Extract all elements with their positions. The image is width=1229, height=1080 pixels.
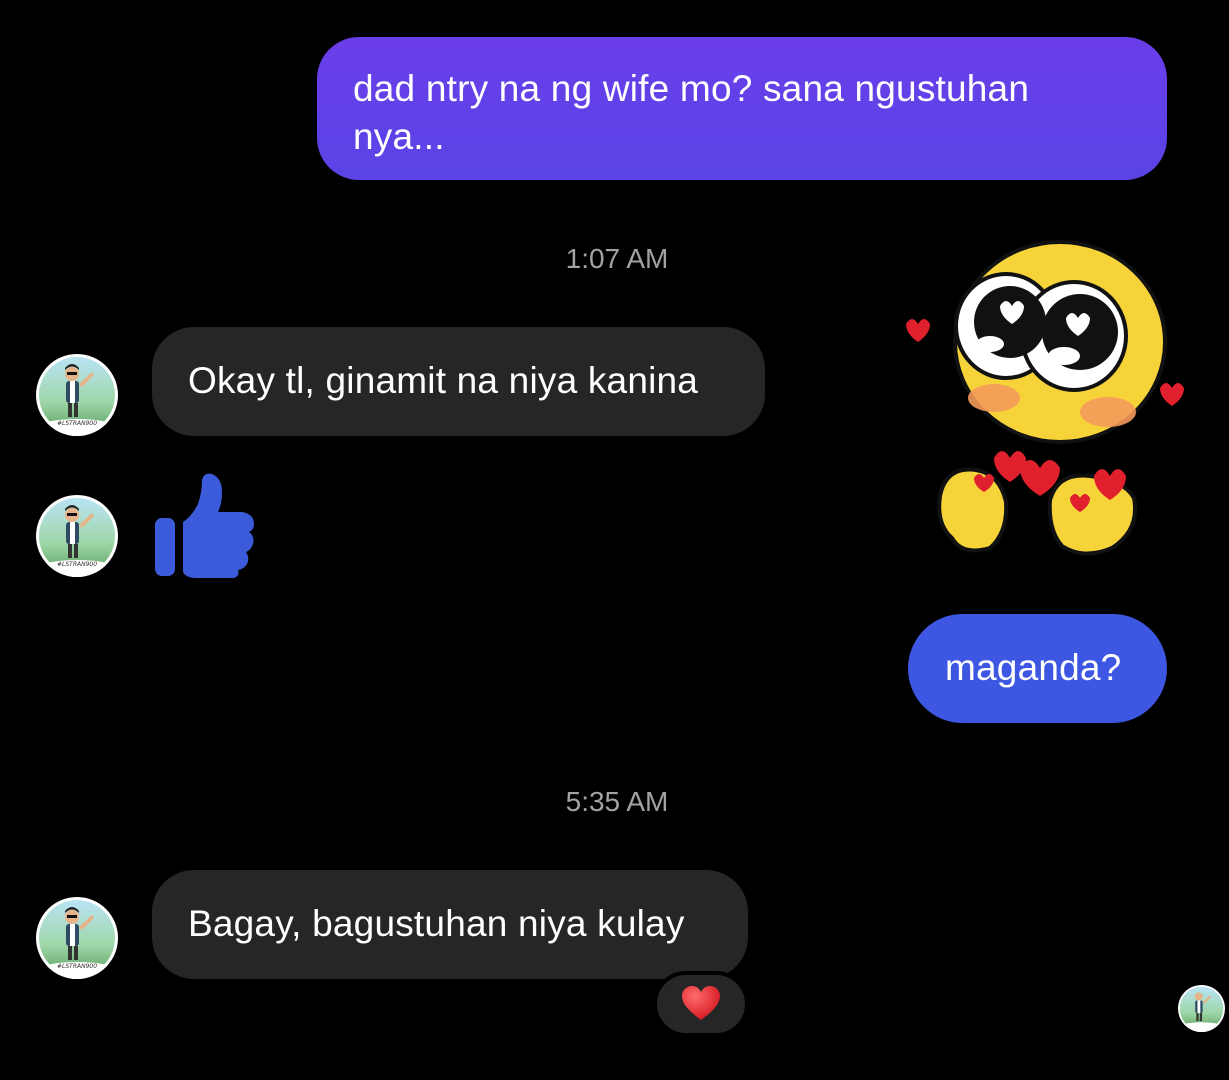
avatar-bitmoji-icon: #LSTRAN900 bbox=[37, 357, 117, 436]
blushing-emoji-sticker[interactable] bbox=[898, 240, 1196, 560]
incoming-message-bubble[interactable]: Bagay, bagustuhan niya kulay bbox=[152, 870, 748, 979]
seen-avatar bbox=[1178, 985, 1225, 1032]
message-text: Okay tl, ginamit na niya kanina bbox=[188, 360, 699, 401]
avatar-caption: #LSTRAN900 bbox=[57, 420, 97, 427]
message-text: dad ntry na ng wife mo? sana ngustuhan n… bbox=[353, 68, 1030, 157]
avatar[interactable]: #LSTRAN900 bbox=[36, 354, 118, 436]
timestamp-divider: 5:35 AM bbox=[565, 786, 669, 817]
avatar-bitmoji-icon bbox=[1178, 986, 1225, 1032]
avatar-caption: #LSTRAN900 bbox=[57, 561, 97, 568]
outgoing-message-bubble[interactable]: maganda? bbox=[908, 614, 1167, 723]
message-text: Bagay, bagustuhan niya kulay bbox=[188, 903, 685, 944]
chat-thread: dad ntry na ng wife mo? sana ngustuhan n… bbox=[0, 0, 1229, 1080]
incoming-message-bubble[interactable]: Okay tl, ginamit na niya kanina bbox=[152, 327, 765, 436]
message-text: maganda? bbox=[945, 647, 1122, 688]
avatar-caption: #LSTRAN900 bbox=[57, 963, 97, 970]
heart-icon bbox=[682, 986, 720, 1020]
timestamp-divider: 1:07 AM bbox=[565, 243, 669, 274]
avatar[interactable]: #LSTRAN900 bbox=[36, 897, 118, 979]
outgoing-message-bubble[interactable]: dad ntry na ng wife mo? sana ngustuhan n… bbox=[317, 37, 1167, 180]
avatar-bitmoji-icon: #LSTRAN900 bbox=[37, 900, 117, 979]
heart-reaction-badge[interactable] bbox=[653, 971, 749, 1037]
avatar-bitmoji-icon: #LSTRAN900 bbox=[37, 498, 117, 577]
thumbs-up-icon[interactable] bbox=[150, 470, 260, 580]
avatar[interactable]: #LSTRAN900 bbox=[36, 495, 118, 577]
